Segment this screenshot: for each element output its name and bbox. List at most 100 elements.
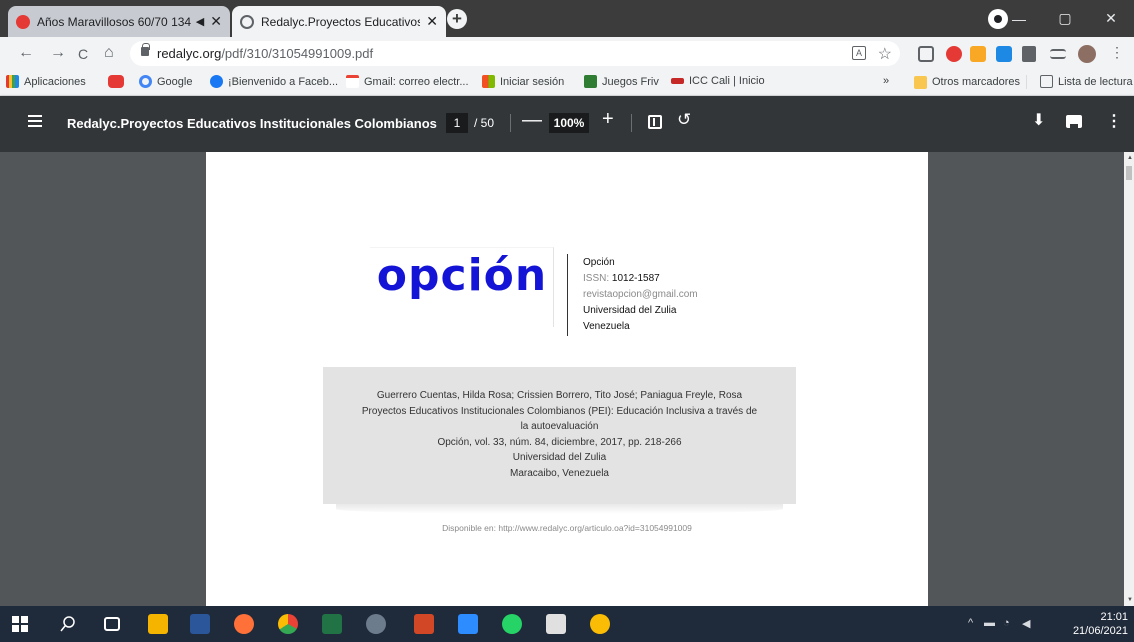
bookmark-divider bbox=[1026, 75, 1028, 89]
search-icon[interactable] bbox=[60, 614, 80, 634]
forward-button[interactable]: → bbox=[50, 44, 66, 62]
zoom-out-button[interactable]: — bbox=[522, 109, 542, 132]
grid-extension-icon[interactable] bbox=[918, 46, 934, 62]
bookmark-gmail[interactable]: Gmail: correo electr... bbox=[346, 75, 469, 88]
window-controls: — ▢ ✕ bbox=[996, 0, 1134, 37]
university: Universidad del Zulia bbox=[583, 305, 677, 316]
windows-taskbar: ^ ▬ ◔ ◀ 21:01 21/06/2021 bbox=[0, 606, 1134, 642]
zoom-app-icon[interactable] bbox=[458, 614, 478, 634]
scroll-up-icon[interactable]: ▲ bbox=[1127, 155, 1133, 161]
powerpoint-icon[interactable] bbox=[414, 614, 434, 634]
reload-button[interactable]: C bbox=[78, 46, 88, 62]
logo-divider bbox=[567, 254, 568, 336]
google-icon bbox=[139, 75, 152, 88]
bookmark-juegos-friv[interactable]: Juegos Friv bbox=[584, 75, 659, 88]
lock-icon[interactable] bbox=[141, 43, 150, 56]
issn-line: ISSN: 1012-1587 bbox=[583, 273, 660, 284]
print-icon[interactable] bbox=[1066, 115, 1082, 129]
profile-avatar[interactable] bbox=[1078, 45, 1096, 63]
zoom-level-input[interactable]: 100% bbox=[549, 113, 589, 133]
page-number-input[interactable]: 1 bbox=[446, 113, 468, 133]
chrome-icon[interactable] bbox=[278, 614, 298, 634]
page-total: / 50 bbox=[474, 116, 495, 130]
citation-shadow bbox=[336, 504, 783, 514]
url-text[interactable]: redalyc.org/pdf/310/31054991009.pdf bbox=[157, 46, 373, 61]
calculator-icon[interactable] bbox=[546, 614, 566, 634]
tray-chevron-icon[interactable]: ^ bbox=[968, 617, 973, 629]
browser-toolbar: ← → C ⌂ redalyc.org/pdf/310/31054991009.… bbox=[0, 37, 1134, 70]
journal-name: Opción bbox=[583, 257, 615, 268]
minimize-button[interactable]: — bbox=[996, 11, 1042, 27]
firefox-icon[interactable] bbox=[234, 614, 254, 634]
bookmark-icc-cali[interactable]: ICC Cali | Inicio bbox=[671, 75, 765, 87]
volume-icon[interactable]: ◀ bbox=[1022, 617, 1030, 630]
scroll-thumb[interactable] bbox=[1126, 166, 1132, 180]
new-tab-button[interactable]: + bbox=[447, 9, 467, 29]
bookmarks-overflow-button[interactable]: » bbox=[883, 75, 889, 87]
clock-time: 21:01 bbox=[1100, 611, 1128, 623]
journal-info: Opción ISSN: 1012-1587 revistaopcion@gma… bbox=[583, 255, 698, 335]
bookmark-other-folder[interactable]: Otros marcadores bbox=[914, 75, 1033, 89]
new-extension-icon[interactable] bbox=[970, 46, 986, 62]
gmail-icon bbox=[346, 75, 359, 88]
zoom-in-button[interactable]: + bbox=[602, 108, 614, 131]
music-favicon-icon bbox=[16, 14, 30, 29]
toolbar-divider bbox=[631, 114, 632, 132]
scroll-down-icon[interactable]: ▼ bbox=[1127, 597, 1133, 603]
fit-to-page-icon[interactable] bbox=[648, 115, 662, 129]
toolbar-divider bbox=[510, 114, 511, 132]
home-button[interactable]: ⌂ bbox=[104, 44, 114, 62]
close-tab-icon[interactable]: ✕ bbox=[426, 13, 438, 30]
citation-title-cont: la autoevaluación bbox=[520, 421, 599, 432]
browser-menu-icon[interactable]: ⋮ bbox=[1110, 44, 1126, 60]
excel-icon[interactable] bbox=[322, 614, 342, 634]
drive-warning-icon[interactable] bbox=[590, 614, 610, 634]
puzzle-extensions-icon[interactable] bbox=[1022, 46, 1036, 62]
citation-publisher: Universidad del Zulia bbox=[512, 452, 607, 463]
close-window-button[interactable]: ✕ bbox=[1088, 10, 1134, 27]
file-explorer-icon[interactable] bbox=[148, 614, 168, 634]
whatsapp-icon[interactable] bbox=[502, 614, 522, 634]
tab-title: Años Maravillosos 60/70 134 bbox=[37, 14, 192, 29]
task-view-icon[interactable] bbox=[104, 617, 120, 631]
windows-start-icon[interactable] bbox=[12, 614, 32, 634]
rotate-icon[interactable]: ↺ bbox=[677, 110, 691, 130]
reading-list-icon[interactable] bbox=[1050, 49, 1066, 59]
audio-playing-icon[interactable]: ◀ bbox=[196, 15, 204, 28]
wifi-icon[interactable]: ◔ bbox=[1003, 617, 1010, 629]
bookmark-facebook[interactable]: ¡Bienvenido a Faceb... bbox=[210, 75, 338, 88]
tab-anos-maravillosos[interactable]: Años Maravillosos 60/70 134 ◀ ✕ bbox=[8, 6, 230, 37]
blue-extension-icon[interactable] bbox=[996, 46, 1012, 62]
clock[interactable]: 21:01 21/06/2021 bbox=[1073, 610, 1128, 638]
more-options-icon[interactable]: ⋮ bbox=[1106, 111, 1122, 131]
bookmark-youtube[interactable] bbox=[108, 75, 129, 88]
paint-icon[interactable] bbox=[366, 614, 386, 634]
pdf-toolbar: Redalyc.Proyectos Educativos Institucion… bbox=[0, 96, 1134, 152]
clock-date: 21/06/2021 bbox=[1072, 625, 1128, 637]
address-bar[interactable]: redalyc.org/pdf/310/31054991009.pdf A ☆ bbox=[130, 41, 900, 66]
icc-icon bbox=[671, 78, 684, 84]
close-tab-icon[interactable]: ✕ bbox=[210, 13, 222, 30]
reading-list-button[interactable]: Lista de lectura bbox=[1040, 75, 1133, 88]
maximize-button[interactable]: ▢ bbox=[1042, 10, 1088, 27]
citation-location: Maracaibo, Venezuela bbox=[510, 467, 609, 479]
pdf-page: opción Opción ISSN: 1012-1587 revistaopc… bbox=[206, 152, 928, 606]
bookmark-iniciar-sesion[interactable]: Iniciar sesión bbox=[482, 75, 564, 88]
pdf-menu-icon[interactable] bbox=[28, 115, 42, 127]
vertical-scrollbar[interactable]: ▲ ▼ bbox=[1124, 152, 1134, 606]
red-extension-icon[interactable] bbox=[946, 46, 962, 62]
bookmark-google[interactable]: Google bbox=[139, 75, 192, 88]
bookmark-star-icon[interactable]: ☆ bbox=[878, 44, 892, 64]
citation-box: Guerrero Cuentas, Hilda Rosa; Crissien B… bbox=[323, 367, 796, 504]
download-icon[interactable]: ⬇ bbox=[1032, 110, 1045, 130]
translate-icon[interactable]: A bbox=[852, 46, 866, 60]
youtube-icon bbox=[108, 75, 124, 88]
battery-icon[interactable]: ▬ bbox=[984, 617, 995, 629]
tab-redalyc[interactable]: Redalyc.Proyectos Educativos Ins ✕ bbox=[232, 6, 446, 37]
word-icon[interactable] bbox=[190, 614, 210, 634]
back-button[interactable]: ← bbox=[18, 44, 34, 62]
pdf-viewer[interactable]: opción Opción ISSN: 1012-1587 revistaopc… bbox=[0, 152, 1134, 606]
bookmark-apps[interactable]: Aplicaciones bbox=[6, 75, 86, 88]
tab-strip: Años Maravillosos 60/70 134 ◀ ✕ Redalyc.… bbox=[0, 0, 1134, 37]
available-link[interactable]: Disponible en: http://www.redalyc.org/ar… bbox=[206, 523, 928, 533]
